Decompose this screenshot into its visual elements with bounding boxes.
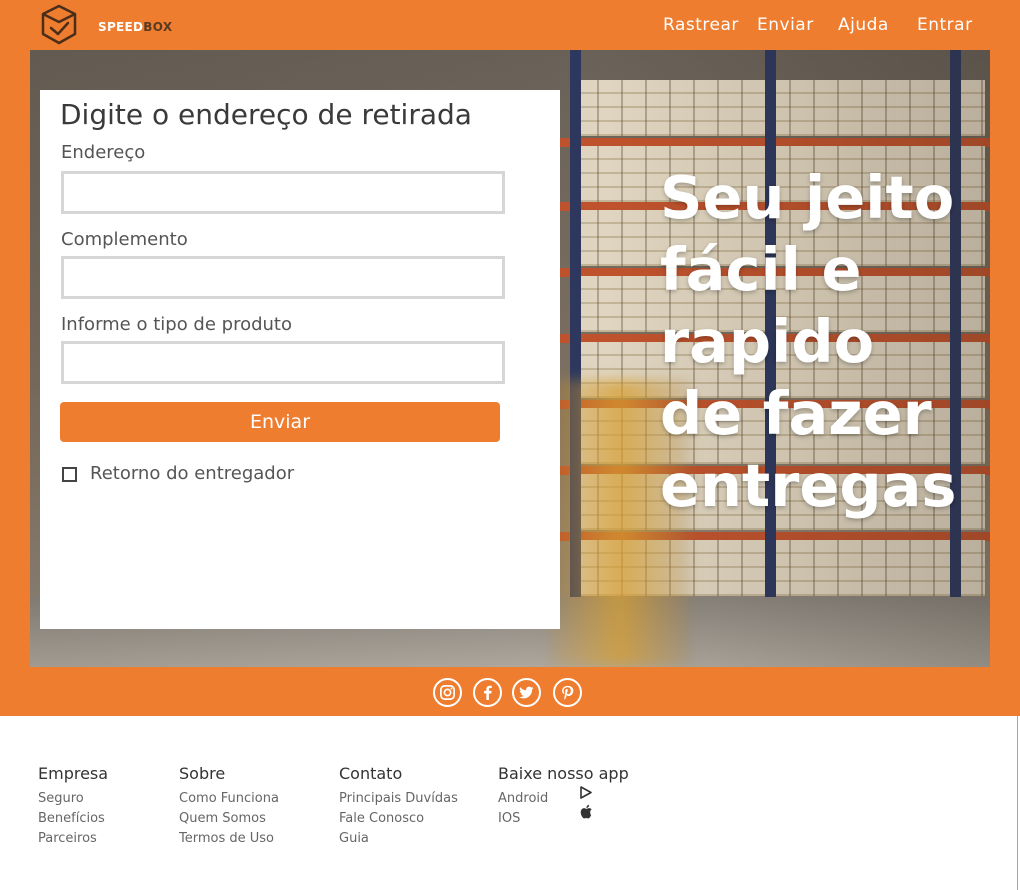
- footer-link-seguro[interactable]: Seguro: [38, 789, 108, 809]
- form-title: Digite o endereço de retirada: [60, 98, 472, 131]
- apple-icon[interactable]: [579, 804, 593, 819]
- pinterest-icon[interactable]: [553, 678, 582, 707]
- footer-contato: Contato Principais Duvídas Fale Conosco …: [339, 764, 458, 849]
- footer-sobre: Sobre Como Funciona Quem Somos Termos de…: [179, 764, 279, 849]
- retorno-checkbox[interactable]: [62, 467, 77, 482]
- footer-link-ios[interactable]: IOS: [498, 809, 629, 829]
- nav-rastrear[interactable]: Rastrear: [663, 15, 739, 35]
- hero-headline: Seu jeito fácil e rapido de fazer entreg…: [660, 163, 957, 520]
- retorno-checkbox-label: Retorno do entregador: [90, 463, 295, 484]
- footer-link-android[interactable]: Android: [498, 789, 629, 809]
- footer-link-duvidas[interactable]: Principais Duvídas: [339, 789, 458, 809]
- brand-part-2: BOX: [143, 20, 173, 34]
- footer-link-guia[interactable]: Guia: [339, 829, 458, 849]
- twitter-icon[interactable]: [512, 678, 541, 707]
- footer-link-como-funciona[interactable]: Como Funciona: [179, 789, 279, 809]
- box-check-icon[interactable]: [38, 3, 80, 47]
- facebook-icon[interactable]: [473, 678, 502, 707]
- page-edge-line: [1017, 716, 1018, 890]
- complemento-label: Complemento: [61, 229, 188, 250]
- brand-part-1: SPEED: [98, 20, 144, 34]
- play-store-icon[interactable]: [580, 786, 592, 799]
- endereco-label: Endereço: [61, 142, 146, 163]
- footer-sobre-title: Sobre: [179, 764, 226, 783]
- nav-enviar[interactable]: Enviar: [757, 15, 814, 35]
- nav-entrar[interactable]: Entrar: [917, 15, 973, 35]
- footer-empresa: Empresa Seguro Benefícios Parceiros: [38, 764, 108, 849]
- footer-link-quem-somos[interactable]: Quem Somos: [179, 809, 279, 829]
- footer-link-fale-conosco[interactable]: Fale Conosco: [339, 809, 458, 829]
- footer-app-title: Baixe nosso app: [498, 764, 629, 783]
- footer-link-beneficios[interactable]: Benefícios: [38, 809, 108, 829]
- footer-app: Baixe nosso app Android IOS: [498, 764, 629, 829]
- endereco-input[interactable]: [61, 171, 505, 214]
- complemento-input[interactable]: [61, 256, 505, 299]
- footer-link-parceiros[interactable]: Parceiros: [38, 829, 108, 849]
- produto-input[interactable]: [61, 341, 505, 384]
- nav-ajuda[interactable]: Ajuda: [838, 15, 889, 35]
- submit-button[interactable]: Enviar: [60, 402, 500, 442]
- instagram-icon[interactable]: [433, 678, 462, 707]
- footer-contato-title: Contato: [339, 764, 403, 783]
- footer-link-termos[interactable]: Termos de Uso: [179, 829, 279, 849]
- produto-label: Informe o tipo de produto: [61, 314, 293, 335]
- brand-name[interactable]: SPEEDBOX: [98, 20, 172, 34]
- footer-empresa-title: Empresa: [38, 764, 109, 783]
- pickup-form-card: Digite o endereço de retirada Endereço C…: [40, 90, 560, 629]
